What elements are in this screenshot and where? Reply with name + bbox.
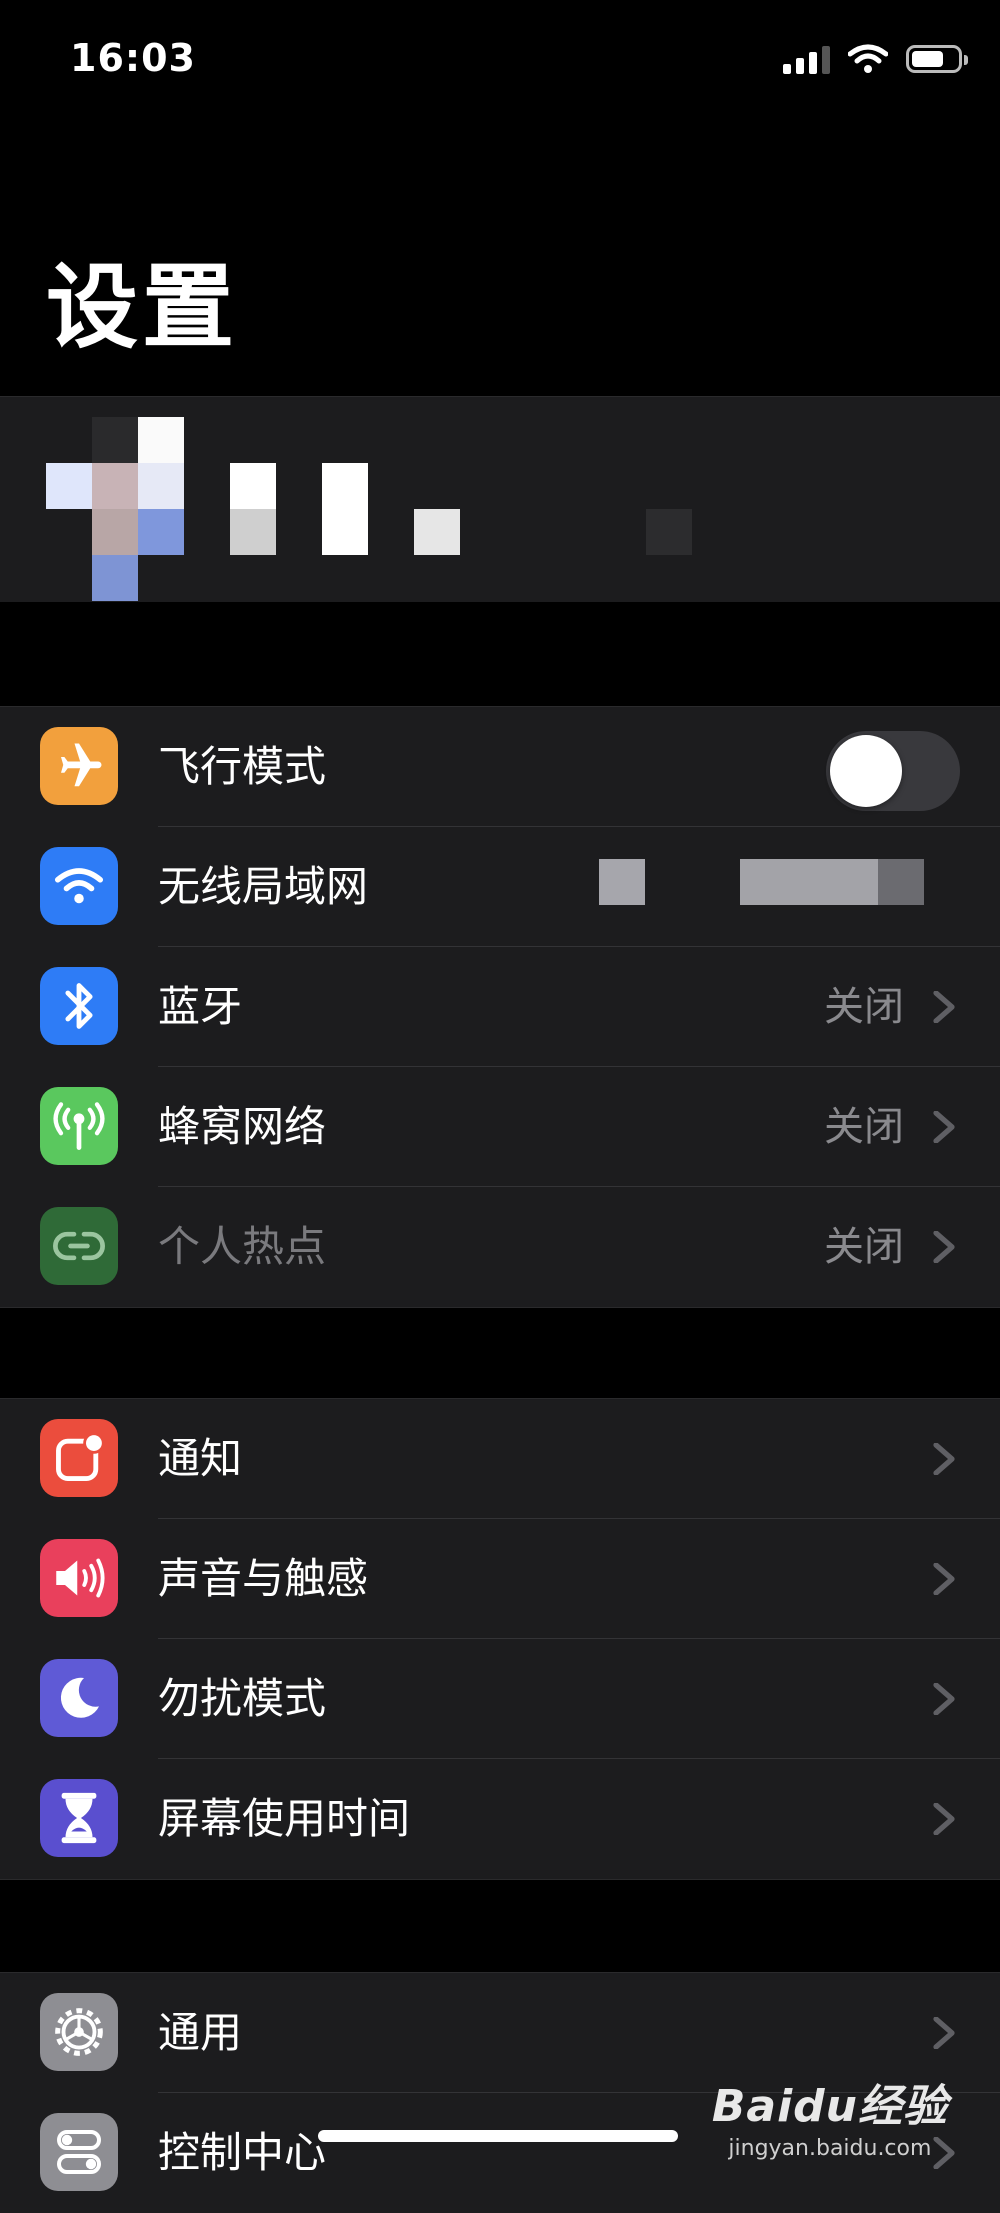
status-time: 16:03 [70,36,196,80]
row-label: 无线局域网 [158,862,369,911]
watermark-url: jingyan.baidu.com [728,2136,932,2161]
row-label: 声音与触感 [158,1554,369,1603]
row-label: 通用 [158,2008,243,2057]
notifications-group: 通知 声音与触感 勿扰模式 屏幕使用时间 [0,1398,1000,1880]
page-title: 设置 [46,254,239,361]
gear-icon [40,1993,118,2071]
row-label: 勿扰模式 [158,1674,327,1723]
hourglass-icon [40,1779,118,1857]
row-label: 飞行模式 [158,742,327,791]
sound-icon [40,1539,118,1617]
row-notifications[interactable]: 通知 [0,1399,1000,1519]
airplane-mode-toggle[interactable] [826,731,960,811]
chevron-right-icon [933,1563,955,1595]
chevron-right-icon [933,1443,955,1475]
wifi-icon [40,847,118,925]
hotspot-status: 关闭 [824,1224,904,1270]
wifi-status-icon [848,44,888,73]
status-icons [783,44,968,74]
row-personal-hotspot[interactable]: 个人热点 关闭 [0,1187,1000,1307]
cellular-icon [40,1087,118,1165]
battery-icon [906,45,968,73]
watermark-logo: Baidu经验 [711,2081,948,2132]
row-label: 控制中心 [158,2128,327,2177]
connectivity-group: 飞行模式 无线局域网 蓝牙 关闭 蜂窝网络 关闭 个人热点 关闭 [0,706,1000,1308]
row-airplane-mode[interactable]: 飞行模式 [0,707,1000,827]
hotspot-icon [40,1207,118,1285]
row-sounds-haptics[interactable]: 声音与触感 [0,1519,1000,1639]
chevron-right-icon [933,1111,955,1143]
airplane-icon [40,727,118,805]
row-label: 蜂窝网络 [158,1102,327,1151]
row-label: 屏幕使用时间 [158,1794,411,1843]
chevron-right-icon [933,1231,955,1263]
chevron-right-icon [933,991,955,1023]
row-wifi[interactable]: 无线局域网 [0,827,1000,947]
chevron-right-icon [933,1683,955,1715]
chevron-right-icon [933,2017,955,2049]
cellular-status: 关闭 [824,1104,904,1150]
row-cellular[interactable]: 蜂窝网络 关闭 [0,1067,1000,1187]
row-label: 蓝牙 [158,982,243,1031]
home-indicator[interactable] [318,2130,678,2142]
signal-strength-icon [783,44,830,74]
baidu-jingyan-watermark: Baidu经验 jingyan.baidu.com [712,2070,948,2161]
chevron-right-icon [933,1803,955,1835]
status-bar: 16:03 [0,0,1000,120]
bluetooth-status: 关闭 [824,984,904,1030]
switches-icon [40,2113,118,2191]
bluetooth-icon [40,967,118,1045]
row-label: 个人热点 [158,1222,327,1271]
row-do-not-disturb[interactable]: 勿扰模式 [0,1639,1000,1759]
apple-id-profile-row[interactable] [0,396,1000,602]
notifications-icon [40,1419,118,1497]
moon-icon [40,1659,118,1737]
row-label: 通知 [158,1434,243,1483]
row-screen-time[interactable]: 屏幕使用时间 [0,1759,1000,1879]
row-bluetooth[interactable]: 蓝牙 关闭 [0,947,1000,1067]
